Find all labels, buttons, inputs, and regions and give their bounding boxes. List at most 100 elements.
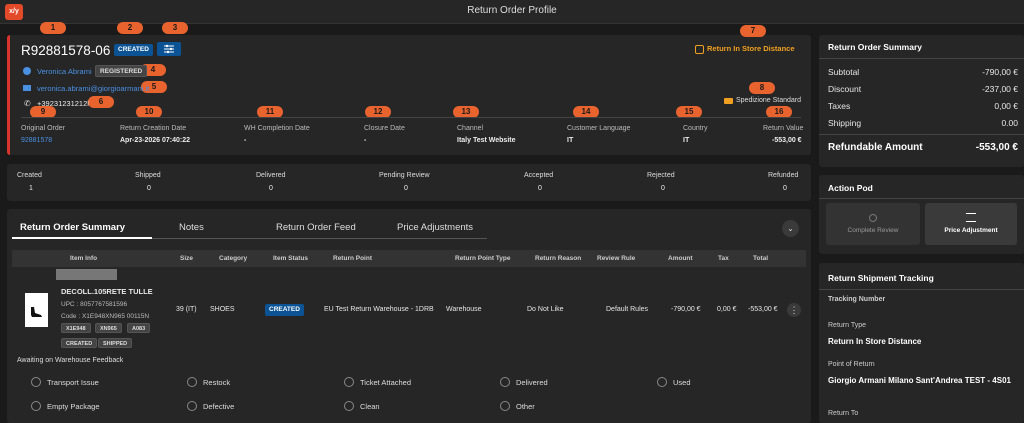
col-tax: Tax xyxy=(718,255,729,262)
count-delivered: 0 xyxy=(269,185,273,192)
radio-restock[interactable] xyxy=(187,377,197,387)
item-total: -553,00 € xyxy=(748,306,778,313)
item-status-badge: CREATED xyxy=(265,304,304,316)
summary-title: Return Order Summary xyxy=(828,42,922,52)
annotation-1: 1 xyxy=(40,22,66,34)
col-return-reason: Return Reason xyxy=(535,255,582,262)
tracking-divider xyxy=(819,289,1024,290)
complete-review-button[interactable]: Complete Review xyxy=(826,203,920,245)
count-label-accepted: Accepted xyxy=(524,172,554,179)
return-type-link[interactable]: Return In Store Distance xyxy=(695,44,795,54)
tab-return-order-feed[interactable]: Return Order Feed xyxy=(276,222,356,233)
action-pod-title: Action Pod xyxy=(828,183,873,193)
radio-ticket-attached[interactable] xyxy=(344,377,354,387)
product-name: DECOLL.105RETE TULLE xyxy=(61,287,153,296)
summary-divider xyxy=(819,58,1024,59)
option-transport-issue: Transport Issue xyxy=(47,378,99,387)
count-label-created: Created xyxy=(17,172,42,179)
refundable-value: -553,00 € xyxy=(975,142,1018,153)
col-item-info: Item Info xyxy=(70,255,98,262)
summary-row-shipping: Shipping 0.00 xyxy=(828,118,1018,128)
language-value: IT xyxy=(567,137,574,144)
radio-used[interactable] xyxy=(657,377,667,387)
price-adjustment-button[interactable]: Price Adjustment xyxy=(925,203,1017,245)
option-restock: Restock xyxy=(203,378,231,387)
code-chip: X1E948 xyxy=(61,323,91,333)
original-order-link[interactable]: 92881578 xyxy=(21,137,52,144)
tracking-point-value: Giorgio Armani Milano Sant'Andrea TEST -… xyxy=(828,376,1011,385)
status-counts-panel xyxy=(7,164,811,201)
summary-label: Shipping xyxy=(828,118,862,128)
user-icon xyxy=(23,67,31,75)
radio-transport-issue[interactable] xyxy=(31,377,41,387)
info-label-language: Customer Language xyxy=(567,125,631,132)
radio-delivered[interactable] xyxy=(500,377,510,387)
top-bar: x/y Return Order Profile xyxy=(0,0,1024,24)
row-menu-button[interactable]: ⋮ xyxy=(787,303,801,317)
tracking-return-type-value: Return In Store Distance xyxy=(828,337,922,346)
truck-icon xyxy=(724,98,733,104)
count-pending-review: 0 xyxy=(404,185,408,192)
code-chip: XN965 xyxy=(95,323,122,333)
creation-date-value: Apr-23-2026 07:40:22 xyxy=(120,137,191,144)
radio-empty-package[interactable] xyxy=(31,401,41,411)
sliders-icon xyxy=(164,44,174,54)
count-label-rejected: Rejected xyxy=(647,172,675,179)
annotation-7: 7 xyxy=(740,25,766,37)
tabs-divider xyxy=(152,238,487,239)
summary-value: -237,00 € xyxy=(982,84,1018,94)
annotation-2: 2 xyxy=(117,22,143,34)
page-title: Return Order Profile xyxy=(467,5,557,16)
option-empty-package: Empty Package xyxy=(47,402,100,411)
summary-value: -790,00 € xyxy=(982,67,1018,77)
item-size: 39 (IT) xyxy=(176,306,197,313)
option-other: Other xyxy=(516,402,535,411)
annotation-8: 8 xyxy=(749,82,775,94)
annotation-6: 6 xyxy=(88,96,114,108)
phone-icon: ✆ xyxy=(24,99,31,108)
wh-completion-value: - xyxy=(244,137,247,144)
radio-other[interactable] xyxy=(500,401,510,411)
tracking-point-label: Point of Return xyxy=(828,361,875,368)
customer-email-link[interactable]: veronica.abrami@giorgioarmani.it xyxy=(37,84,149,93)
col-total: Total xyxy=(753,255,769,262)
tab-notes[interactable]: Notes xyxy=(179,222,204,233)
collapse-button[interactable]: ⌄ xyxy=(782,220,799,237)
status-chip-created: CREATED xyxy=(61,338,98,348)
annotation-3: 3 xyxy=(162,22,188,34)
active-tab-underline xyxy=(12,237,152,239)
item-category: SHOES xyxy=(210,306,235,313)
summary-row-discount: Discount -237,00 € xyxy=(828,84,1018,94)
tab-return-order-summary[interactable]: Return Order Summary xyxy=(20,222,125,233)
order-status-badge: CREATED xyxy=(114,44,153,56)
info-label-return-value: Return Value xyxy=(763,125,804,132)
count-label-pending-review: Pending Review xyxy=(379,172,430,179)
store-distance-icon xyxy=(695,44,704,54)
summary-label: Subtotal xyxy=(828,67,860,77)
summary-label: Discount xyxy=(828,84,862,94)
order-id: R92881578-06 xyxy=(21,43,111,58)
filters-button[interactable] xyxy=(157,42,181,56)
col-amount: Amount xyxy=(668,255,693,262)
refundable-divider xyxy=(819,134,1024,135)
summary-value: 0.00 xyxy=(1001,118,1018,128)
count-label-delivered: Delivered xyxy=(256,172,286,179)
refundable-label: Refundable Amount xyxy=(828,142,923,153)
status-chip-shipped: SHIPPED xyxy=(98,338,133,348)
feedback-title: Awaiting on Warehouse Feedback xyxy=(17,357,124,364)
count-refunded: 0 xyxy=(783,185,787,192)
option-clean: Clean xyxy=(360,402,380,411)
radio-defective[interactable] xyxy=(187,401,197,411)
info-label-closure-date: Closure Date xyxy=(364,125,405,132)
product-thumbnail xyxy=(25,293,48,327)
radio-clean[interactable] xyxy=(344,401,354,411)
customer-name-link[interactable]: Veronica Abrami xyxy=(37,67,92,76)
count-label-shipped: Shipped xyxy=(135,172,161,179)
tab-price-adjustments[interactable]: Price Adjustments xyxy=(397,222,473,233)
count-rejected: 0 xyxy=(661,185,665,192)
item-return-point-type: Warehouse xyxy=(446,306,482,313)
info-label-original-order: Original Order xyxy=(21,125,65,132)
item-tax: 0,00 € xyxy=(717,306,737,313)
summary-value: 0,00 € xyxy=(994,101,1018,111)
review-icon xyxy=(869,214,877,222)
